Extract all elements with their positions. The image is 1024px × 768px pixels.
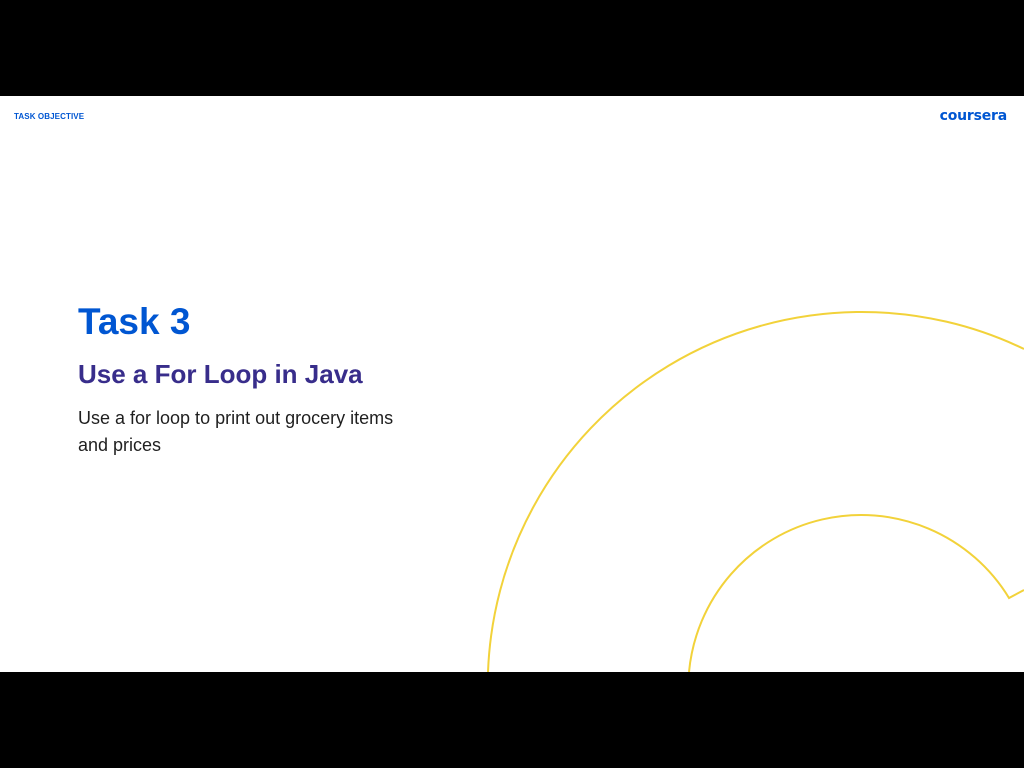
page-subtitle: Use a For Loop in Java (78, 359, 363, 389)
letterbox-bottom (0, 672, 1024, 768)
slide: TASK OBJECTIVE coursera Task 3 Use a For… (0, 96, 1024, 672)
inner-ring-arc (688, 514, 1024, 672)
outer-ring-arc (487, 311, 1024, 672)
coursera-logo: coursera (939, 108, 1008, 124)
letterbox-top (0, 0, 1024, 96)
section-label: TASK OBJECTIVE (14, 112, 85, 121)
task-description: Use a for loop to print out grocery item… (78, 408, 394, 455)
page-title: Task 3 (78, 301, 191, 342)
